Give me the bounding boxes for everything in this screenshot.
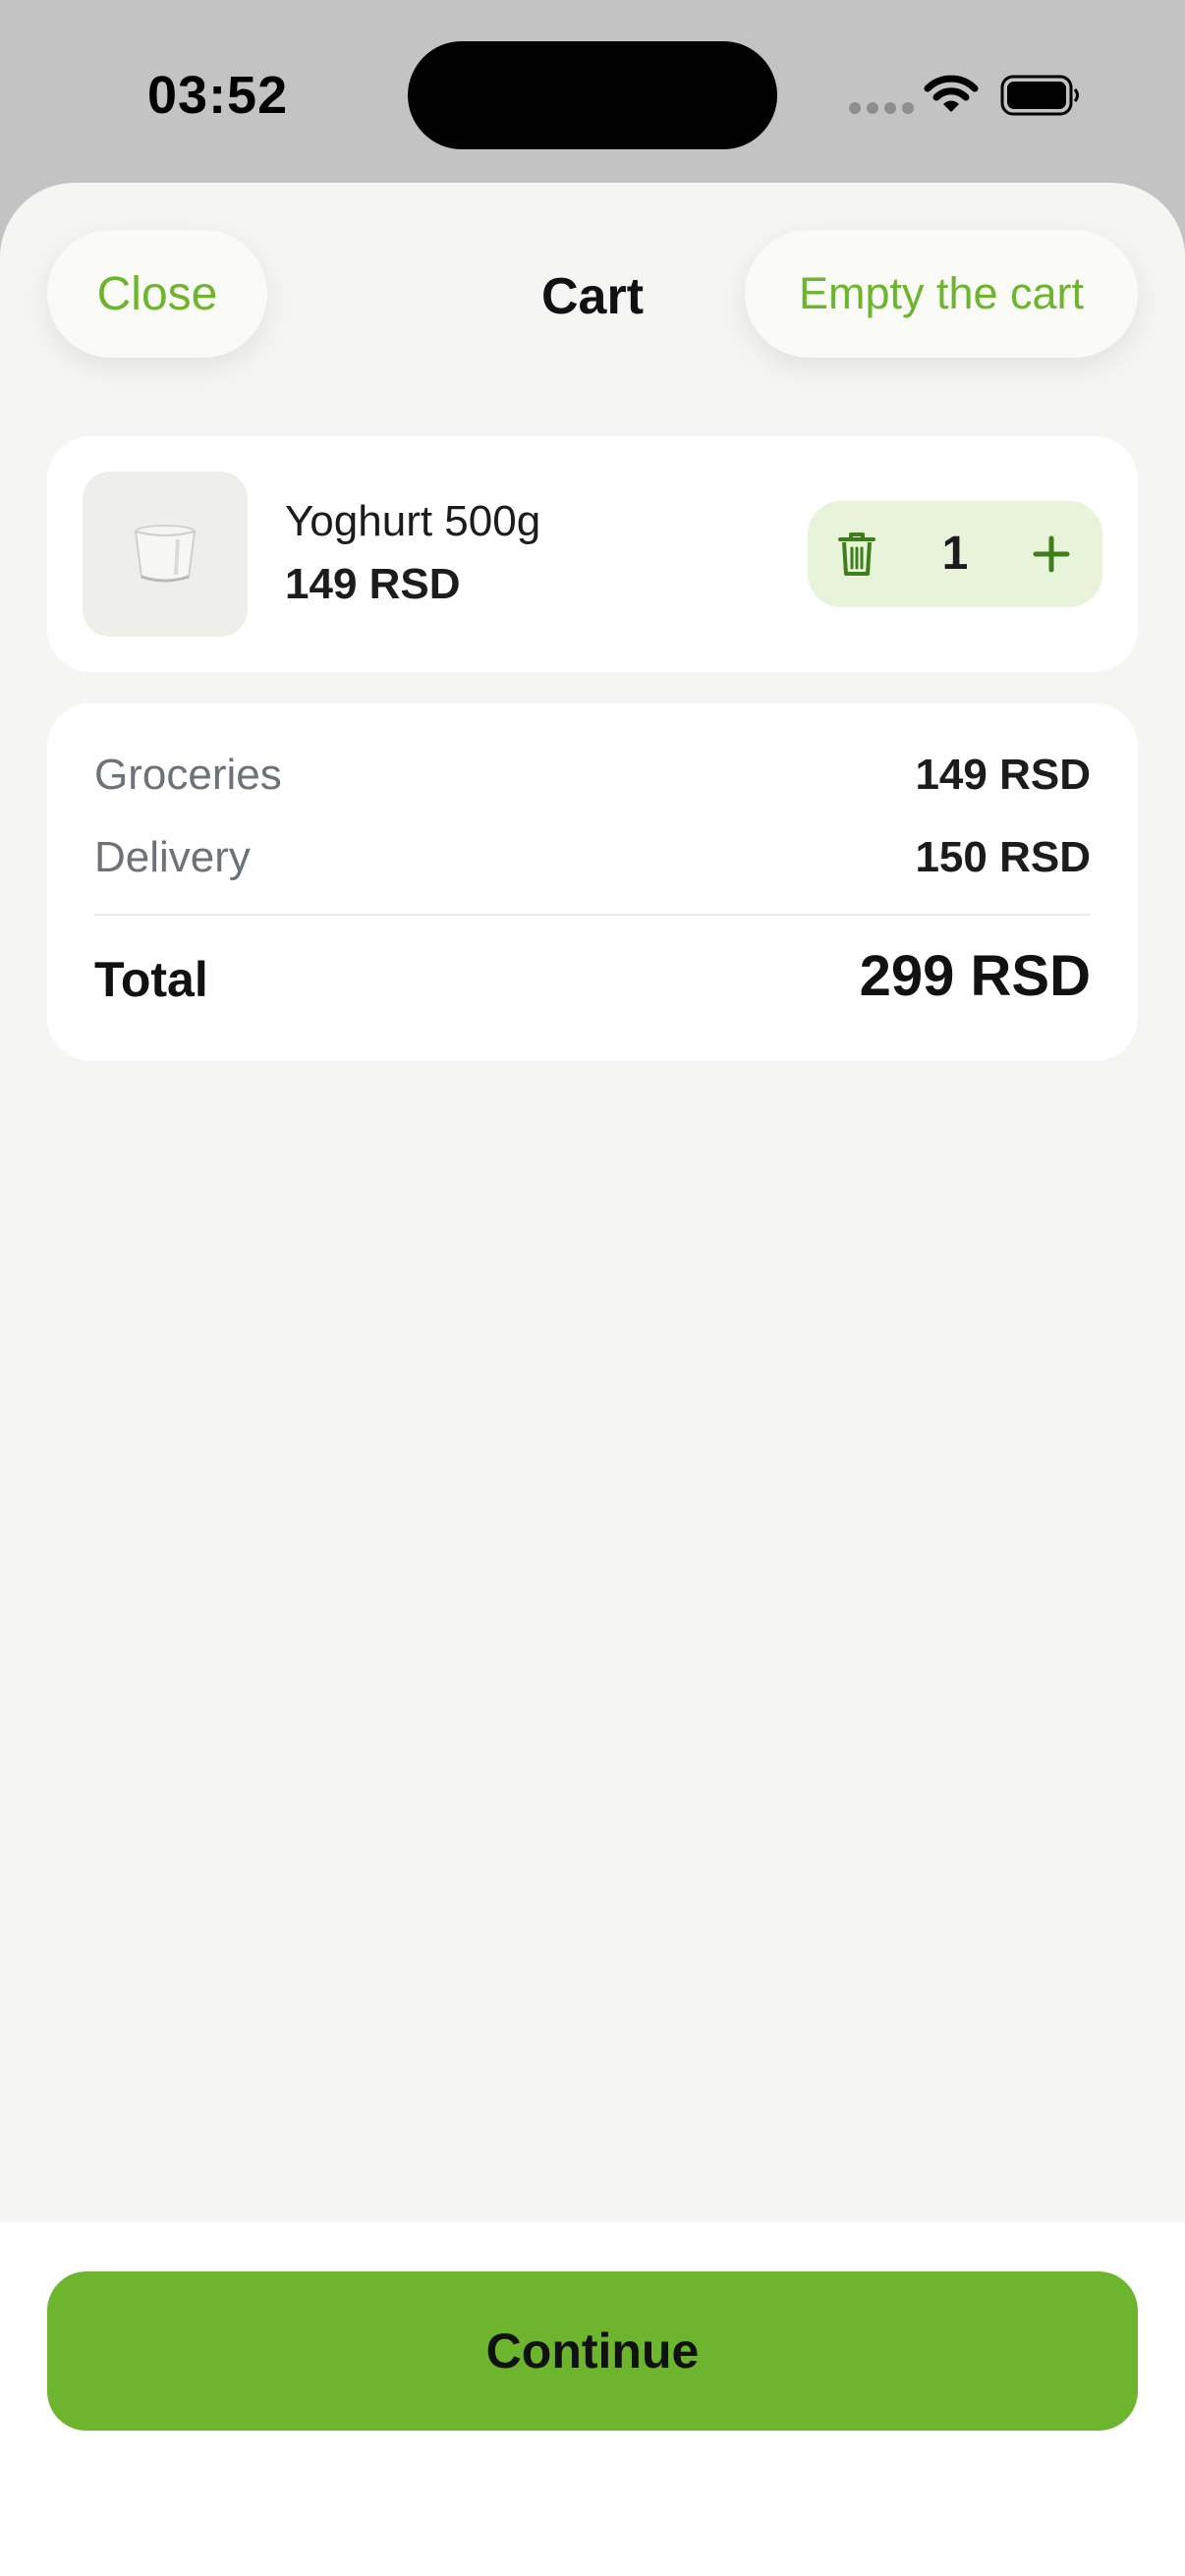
product-thumbnail[interactable] [83,472,248,637]
status-time: 03:52 [147,66,289,125]
battery-icon [1000,75,1079,116]
item-name: Yoghurt 500g [285,497,541,545]
dynamic-island [408,41,777,149]
item-price: 149 RSD [285,560,461,608]
yoghurt-cup-icon [134,525,197,583]
cart-item: Yoghurt 500g 149 RSD 1 [47,436,1138,672]
groceries-label: Groceries [94,751,282,799]
total-value: 299 RSD [859,944,1091,1008]
cart-sheet: Close Cart Empty the cart Yoghurt 500g 1… [0,183,1185,2576]
wifi-icon [924,75,979,112]
quantity-stepper: 1 [808,501,1102,607]
empty-cart-button[interactable]: Empty the cart [745,230,1138,358]
continue-button[interactable]: Continue [47,2271,1138,2431]
total-label: Total [94,952,208,1007]
delivery-label: Delivery [94,833,251,881]
delivery-value: 150 RSD [915,833,1091,881]
bottom-bar: Continue [0,2222,1185,2576]
order-summary: Groceries 149 RSD Delivery 150 RSD Total… [47,703,1138,1061]
signal-dots-icon [849,102,914,114]
plus-icon[interactable] [1032,534,1071,574]
divider [94,914,1091,916]
groceries-value: 149 RSD [915,751,1091,799]
